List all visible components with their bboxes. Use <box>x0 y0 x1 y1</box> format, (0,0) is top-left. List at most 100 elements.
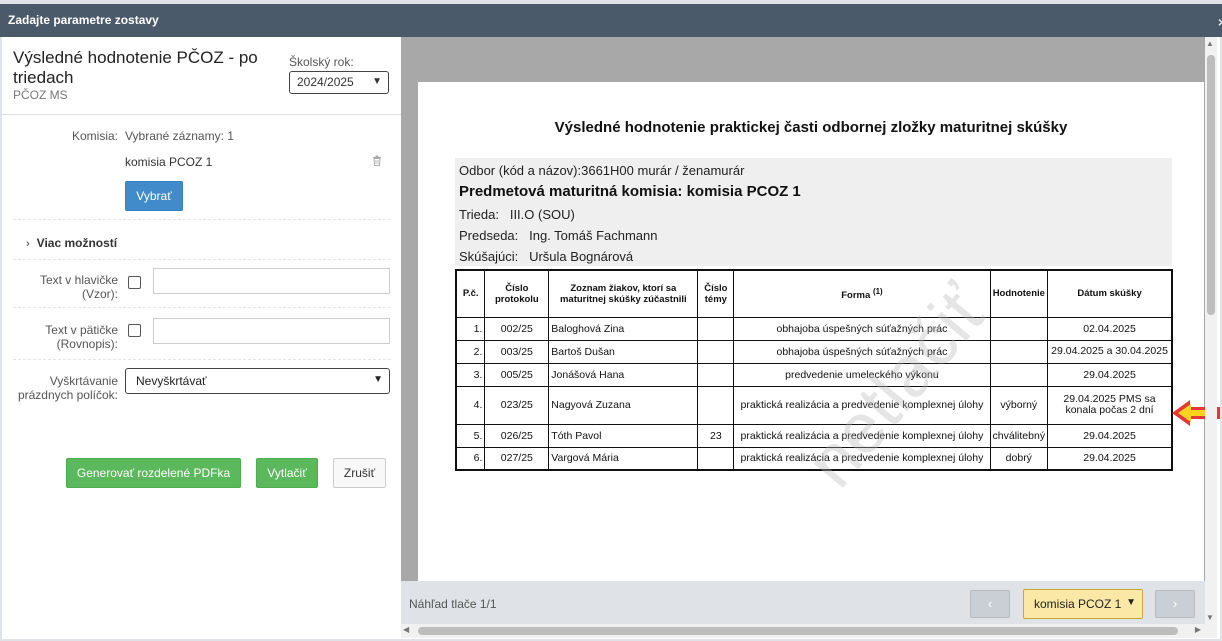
cell-tema <box>697 446 735 471</box>
prev-page-button[interactable]: ‹ <box>970 590 1010 618</box>
cell-datum: 29.04.2025 PMS sa konala počas 2 dní <box>1047 385 1173 425</box>
trieda-value: III.O (SOU) <box>509 207 575 222</box>
odbor-text: Odbor (kód a názov):3661H00 murár / žena… <box>459 163 745 178</box>
divider <box>2 114 401 115</box>
cell-hodnotenie: dobrý <box>989 446 1049 471</box>
print-button[interactable]: Vytlačiť <box>256 458 318 488</box>
horizontal-scrollbar[interactable]: ◀ ▶ <box>401 624 1217 638</box>
preview-page: Výsledné hodnotenie praktickej časti odb… <box>418 82 1204 624</box>
cell-hodnotenie <box>989 339 1049 364</box>
cell-forma: obhajoba úspešných súťažných prác <box>733 316 991 341</box>
divider <box>13 259 391 260</box>
select-komisia-button[interactable]: Vybrať <box>125 181 183 211</box>
preview-page-label: Náhľad tlače 1/1 <box>409 597 497 611</box>
komisia-page-value: komisia PCOZ 1 <box>1034 597 1122 611</box>
table-row: 5. 026/25 Tóth Pavol 23 praktická realiz… <box>455 423 1173 448</box>
scroll-left-icon[interactable]: ◀ <box>403 625 409 634</box>
predseda-value: Ing. Tomáš Fachmann <box>529 228 658 243</box>
cell-tema <box>697 339 735 364</box>
divider <box>13 307 391 308</box>
cell-meno: Nagyová Zuzana <box>548 385 699 425</box>
chevron-down-icon: ▼ <box>373 374 383 385</box>
cell-meno: Baloghová Zina <box>548 316 699 341</box>
scrollbar-thumb[interactable] <box>1207 55 1215 315</box>
komisia-page-select[interactable]: komisia PCOZ 1 ▼ <box>1023 589 1143 619</box>
cell-protokol: 023/25 <box>484 385 550 425</box>
skusajuci-label: Skúšajúci: <box>459 249 519 264</box>
cell-protokol: 026/25 <box>484 423 550 448</box>
school-year-label: Školský rok: <box>289 55 354 69</box>
cell-forma: predvedenie umeleckého výkonu <box>733 362 991 387</box>
scrollbar-thumb[interactable] <box>418 627 1178 635</box>
cell-tema <box>697 316 735 341</box>
school-year-select[interactable]: 2024/2025 ▼ <box>289 71 389 94</box>
crossing-label: Vyškrtávanie prázdnych políčok: <box>17 374 118 402</box>
scroll-right-icon[interactable]: ▶ <box>1195 625 1201 634</box>
cell-tema <box>697 385 735 425</box>
header-text-input[interactable] <box>153 268 390 294</box>
cancel-button[interactable]: Zrušiť <box>333 458 386 488</box>
cell-datum: 02.04.2025 <box>1047 316 1173 341</box>
dialog-titlebar: Zadajte parametre zostavy × <box>0 0 1222 37</box>
header-forma-cell: Forma (1) <box>733 269 991 318</box>
crossing-select[interactable]: Nevyškrtávať ▼ <box>125 368 390 394</box>
results-table: P.č. Číslo protokolu Zoznam žiakov, ktor… <box>455 269 1173 471</box>
footer-text-label: Text v pätičke (Rovnopis): <box>45 323 118 351</box>
header-forma: Forma <box>841 289 871 301</box>
cell-forma: praktická realizácia a predvedenie kompl… <box>733 385 991 425</box>
cell-protokol: 003/25 <box>484 339 550 364</box>
table-row: 2. 003/25 Bartoš Dušan obhajoba úspešnýc… <box>455 339 1173 364</box>
cell-datum: 29.04.2025 <box>1047 423 1173 448</box>
preview-footer: Náhľad tlače 1/1 ‹ komisia PCOZ 1 ▼ › <box>401 581 1217 626</box>
chevron-down-icon: ▼ <box>372 76 382 87</box>
close-icon[interactable]: × <box>1218 14 1222 30</box>
footer-text-input[interactable] <box>153 318 390 344</box>
cell-forma: praktická realizácia a predvedenie kompl… <box>733 446 991 471</box>
cell-protokol: 005/25 <box>484 362 550 387</box>
cell-datum: 29.04.2025 <box>1047 362 1173 387</box>
cell-protokol: 027/25 <box>484 446 550 471</box>
cell-pc: 6. <box>455 446 486 471</box>
trash-icon[interactable] <box>372 155 382 169</box>
komisia-label: Komisia: <box>71 129 118 143</box>
header-forma-note: (1) <box>872 286 883 296</box>
scroll-down-icon[interactable]: ▼ <box>1206 613 1214 622</box>
header-datum: Dátum skúšky <box>1047 269 1173 318</box>
vertical-scrollbar[interactable]: ▲ ▼ <box>1205 37 1217 624</box>
footer-text-checkbox[interactable] <box>128 324 141 337</box>
divider <box>13 359 391 360</box>
document-info: Odbor (kód a názov):3661H00 murár / žena… <box>455 158 1172 266</box>
cell-pc: 4. <box>455 385 486 425</box>
generate-pdf-button[interactable]: Generovať rozdelené PDFka <box>66 458 241 488</box>
cell-hodnotenie: výborný <box>989 385 1049 425</box>
header-text-checkbox[interactable] <box>128 276 141 289</box>
more-options-toggle[interactable]: › Viac možností <box>26 236 117 250</box>
skusajuci-value: Uršula Bognárová <box>529 249 634 264</box>
cell-tema: 23 <box>697 423 735 448</box>
chevron-right-icon: › <box>26 238 30 250</box>
cell-hodnotenie <box>989 362 1049 387</box>
document-title: Výsledné hodnotenie praktickej časti odb… <box>554 119 1068 136</box>
header-zoznam: Zoznam žiakov, ktorí sa maturitnej skúšk… <box>548 269 699 318</box>
table-row: 3. 005/25 Jonášová Hana predvedenie umel… <box>455 362 1173 387</box>
cell-forma: praktická realizácia a predvedenie kompl… <box>733 423 991 448</box>
table-row: 4. 023/25 Nagyová Zuzana praktická reali… <box>455 385 1173 425</box>
cell-tema <box>697 362 735 387</box>
cell-datum: 29.04.2025 <box>1047 446 1173 471</box>
cell-hodnotenie: chválitebný <box>989 423 1049 448</box>
cell-meno: Bartoš Dušan <box>548 339 699 364</box>
table-row: 1. 002/25 Baloghová Zina obhajoba úspešn… <box>455 316 1173 341</box>
scroll-up-icon[interactable]: ▲ <box>1206 39 1214 48</box>
komisia-item: komisia PCOZ 1 <box>125 155 213 169</box>
skusajuci-row: Skúšajúci: Uršula Bognárová <box>459 249 633 264</box>
trieda-label: Trieda: <box>459 207 499 222</box>
header-tema: Číslo témy <box>697 269 735 318</box>
trieda-row: Trieda: III.O (SOU) <box>459 207 575 222</box>
cell-datum: 29.04.2025 a 30.04.2025 <box>1047 339 1173 364</box>
komisia-heading: Predmetová maturitná komisia: komisia PC… <box>459 183 801 200</box>
next-page-button[interactable]: › <box>1155 590 1195 618</box>
more-options-label: Viac možností <box>36 236 118 250</box>
cell-pc: 1. <box>455 316 486 341</box>
print-preview: Výsledné hodnotenie praktickej časti odb… <box>401 37 1217 624</box>
predseda-row: Predseda: Ing. Tomáš Fachmann <box>459 228 658 243</box>
